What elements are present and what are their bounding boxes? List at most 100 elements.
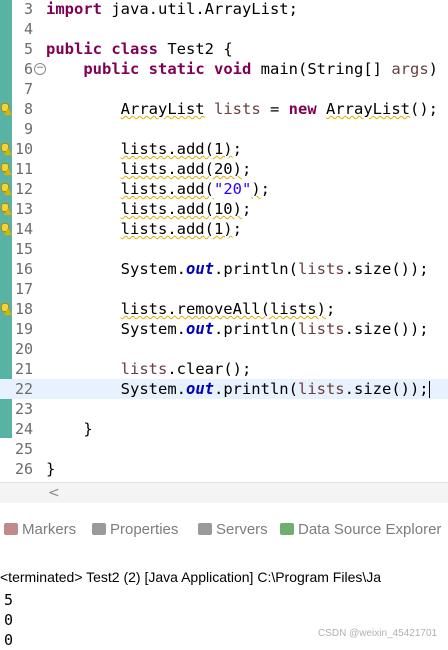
code-token: public	[46, 40, 102, 58]
tab-data-source-explorer[interactable]: Data Source Explorer	[280, 518, 441, 542]
code-text: lists.add("20");	[46, 179, 270, 199]
code-line[interactable]: 14 lists.add(1);	[0, 219, 448, 239]
code-line[interactable]: 4	[0, 19, 448, 39]
code-line[interactable]: 19 System.out.println(lists.size());	[0, 319, 448, 339]
code-token: out	[185, 320, 214, 338]
line-number: 14	[14, 220, 33, 238]
code-text: }	[46, 419, 93, 439]
code-token: )	[251, 180, 261, 198]
code-line[interactable]: 26}	[0, 459, 448, 479]
code-line[interactable]: 10 lists.add(1);	[0, 139, 448, 159]
code-line[interactable]: 18 lists.removeAll(lists);	[0, 299, 448, 319]
tab-servers[interactable]: Servers	[198, 518, 268, 542]
line-number: 17	[14, 280, 33, 298]
code-token: import	[46, 0, 102, 18]
tab-label: Markers	[22, 521, 77, 538]
code-line[interactable]: 23	[0, 399, 448, 419]
code-line[interactable]: 5 public class Test2 {	[0, 39, 448, 59]
scroll-left-icon[interactable]: <	[48, 483, 60, 503]
code-line[interactable]: 11 lists.add(20);	[0, 159, 448, 179]
code-line[interactable]: 6− public static void main(String[] args…	[0, 59, 448, 79]
code-token: ;	[260, 180, 270, 198]
code-token: .size());	[344, 260, 429, 278]
horizontal-scrollbar[interactable]: <	[0, 482, 448, 503]
code-token: }	[46, 420, 93, 438]
console-output-line: 0	[4, 611, 14, 629]
tab-markers[interactable]: Markers	[4, 518, 76, 542]
code-token: lists.add(1)	[120, 220, 233, 238]
code-line[interactable]: 17	[0, 279, 448, 299]
code-token: ArrayList	[120, 100, 205, 118]
tab-label: Data Source Explorer	[298, 521, 442, 538]
code-token: main(String[]	[251, 60, 392, 78]
properties-icon	[92, 523, 106, 535]
line-number: 4	[23, 20, 33, 38]
code-token: .size());	[344, 380, 429, 398]
code-token: .println(	[213, 320, 298, 338]
code-line[interactable]: 21 lists.clear();	[0, 359, 448, 379]
code-text: lists.add(1);	[46, 139, 242, 159]
line-number: 12	[14, 180, 33, 198]
code-token: class	[111, 40, 159, 58]
code-line[interactable]: 15	[0, 239, 448, 259]
code-token: ) {	[428, 60, 448, 78]
line-number: 9	[23, 120, 33, 138]
code-token: System.	[46, 260, 186, 278]
line-number: 10	[14, 140, 33, 158]
code-line[interactable]: 9	[0, 119, 448, 139]
code-token: ;	[241, 200, 252, 218]
code-token: System.	[46, 320, 186, 338]
code-token: Test2 {	[158, 40, 233, 58]
code-line[interactable]: 8 ArrayList lists = new ArrayList();	[0, 99, 448, 119]
code-text: System.out.println(lists.size());	[46, 379, 430, 399]
code-text: lists.add(20);	[46, 159, 252, 179]
code-token: ();	[410, 100, 439, 118]
code-editor[interactable]: 3 import java.util.ArrayList; 4 5 public cla…	[0, 0, 448, 482]
line-number: 16	[14, 260, 33, 278]
line-number: 25	[14, 440, 33, 458]
code-token: lists.add(	[120, 180, 214, 198]
code-line[interactable]: 7	[0, 79, 448, 99]
code-line[interactable]: 3 import java.util.ArrayList;	[0, 0, 448, 19]
code-token: lists	[297, 380, 345, 398]
code-token: public	[83, 60, 140, 78]
code-text: import java.util.ArrayList;	[46, 0, 298, 19]
console-header: <terminated> Test2 (2) [Java Application…	[0, 569, 382, 585]
code-token: "20"	[213, 180, 252, 198]
line-number: 18	[14, 300, 33, 318]
code-token: lists	[297, 320, 345, 338]
code-text: lists.clear();	[46, 359, 252, 379]
fold-toggle-icon[interactable]: −	[34, 63, 46, 75]
code-line[interactable]: 13 lists.add(10);	[0, 199, 448, 219]
code-token: ;	[232, 140, 242, 158]
code-token: static	[148, 60, 205, 78]
code-line[interactable]: 25	[0, 439, 448, 459]
code-line[interactable]: 20	[0, 339, 448, 359]
code-text: System.out.println(lists.size());	[46, 259, 429, 279]
text-caret	[428, 381, 430, 398]
code-token: System.	[46, 380, 186, 398]
code-token: ;	[241, 160, 252, 178]
code-token: .println(	[213, 380, 298, 398]
code-token: ;	[325, 300, 336, 318]
code-line[interactable]: 22 System.out.println(lists.size());	[0, 379, 448, 399]
code-token: lists.add(1)	[120, 140, 233, 158]
tab-properties[interactable]: Properties	[92, 518, 178, 542]
line-number: 23	[14, 400, 33, 418]
code-line[interactable]: 16 System.out.println(lists.size());	[0, 259, 448, 279]
code-token: ArrayList	[326, 100, 411, 118]
console-output-line: 5	[4, 591, 14, 609]
code-line[interactable]: 12 lists.add("20");	[0, 179, 448, 199]
line-number: 21	[14, 360, 33, 378]
code-text: }	[46, 459, 55, 479]
line-number: 5	[23, 40, 33, 58]
code-line[interactable]: 24 }	[0, 419, 448, 439]
